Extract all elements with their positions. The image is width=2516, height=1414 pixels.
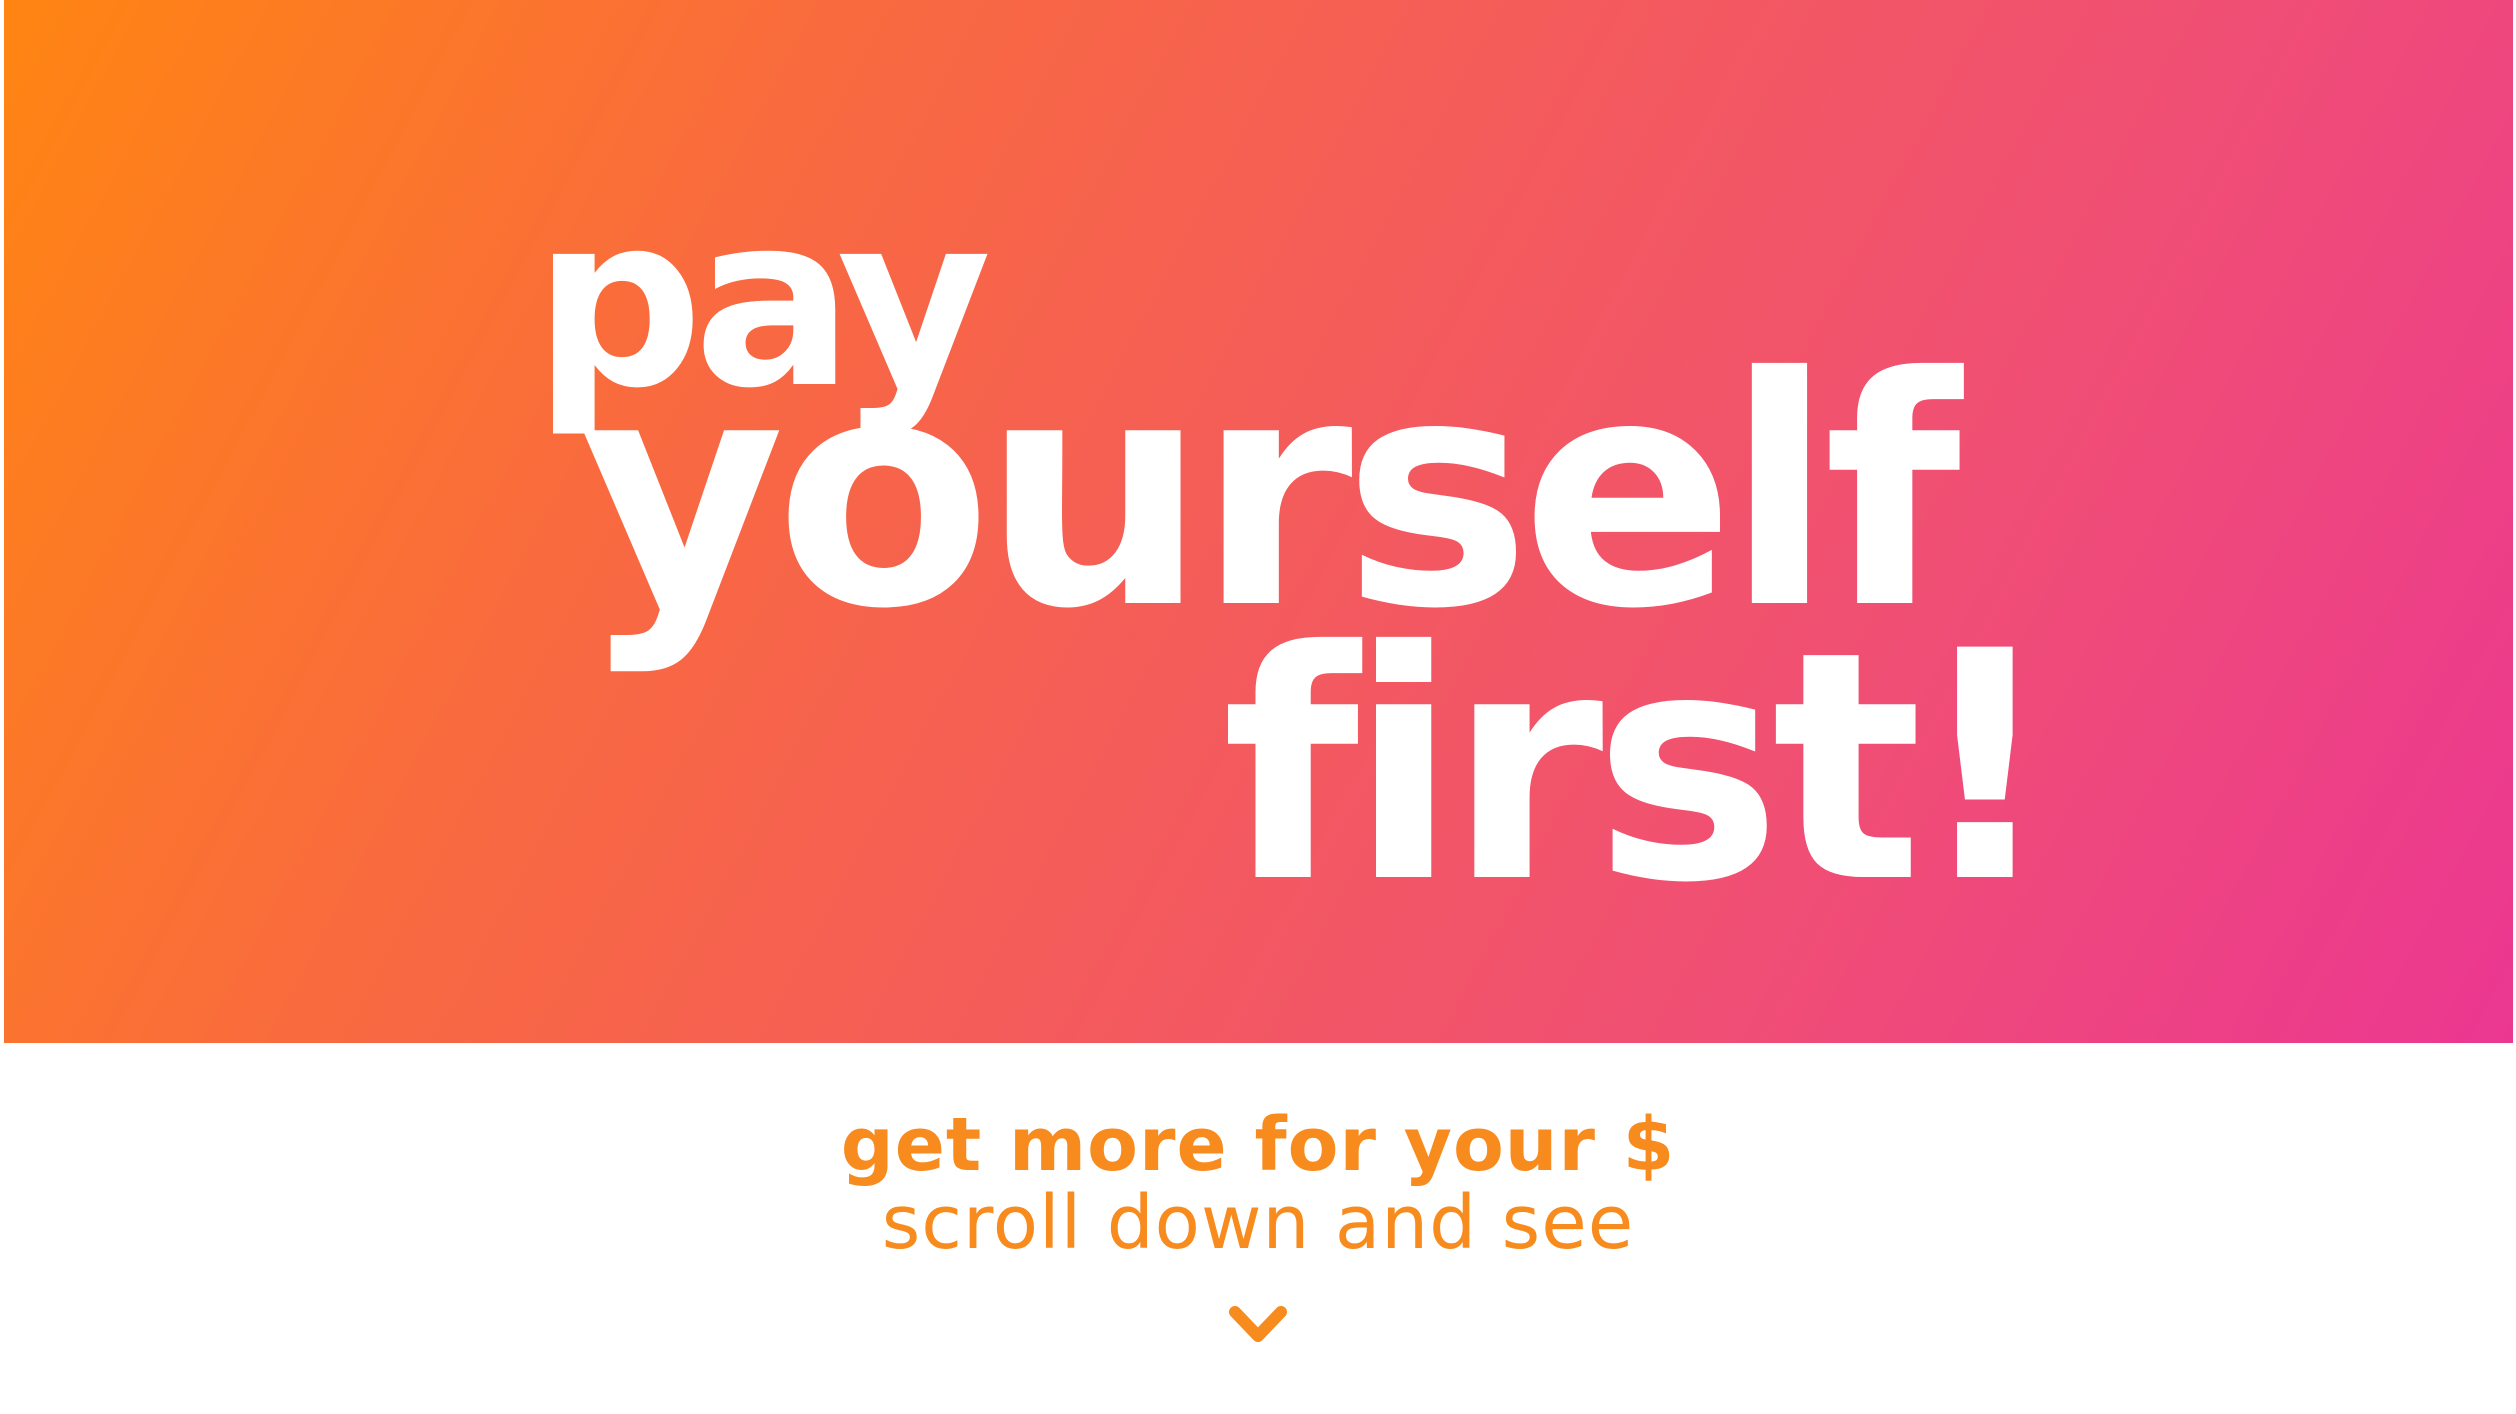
chevron-down-icon[interactable]	[1225, 1300, 1291, 1350]
headline-first: first!	[1222, 584, 2057, 952]
tagline-scroll-hint: scroll down and see	[881, 1180, 1635, 1266]
tagline-strong: get more for your $	[840, 1102, 1676, 1188]
hero-banner: pay yourself first!	[4, 0, 2513, 1043]
